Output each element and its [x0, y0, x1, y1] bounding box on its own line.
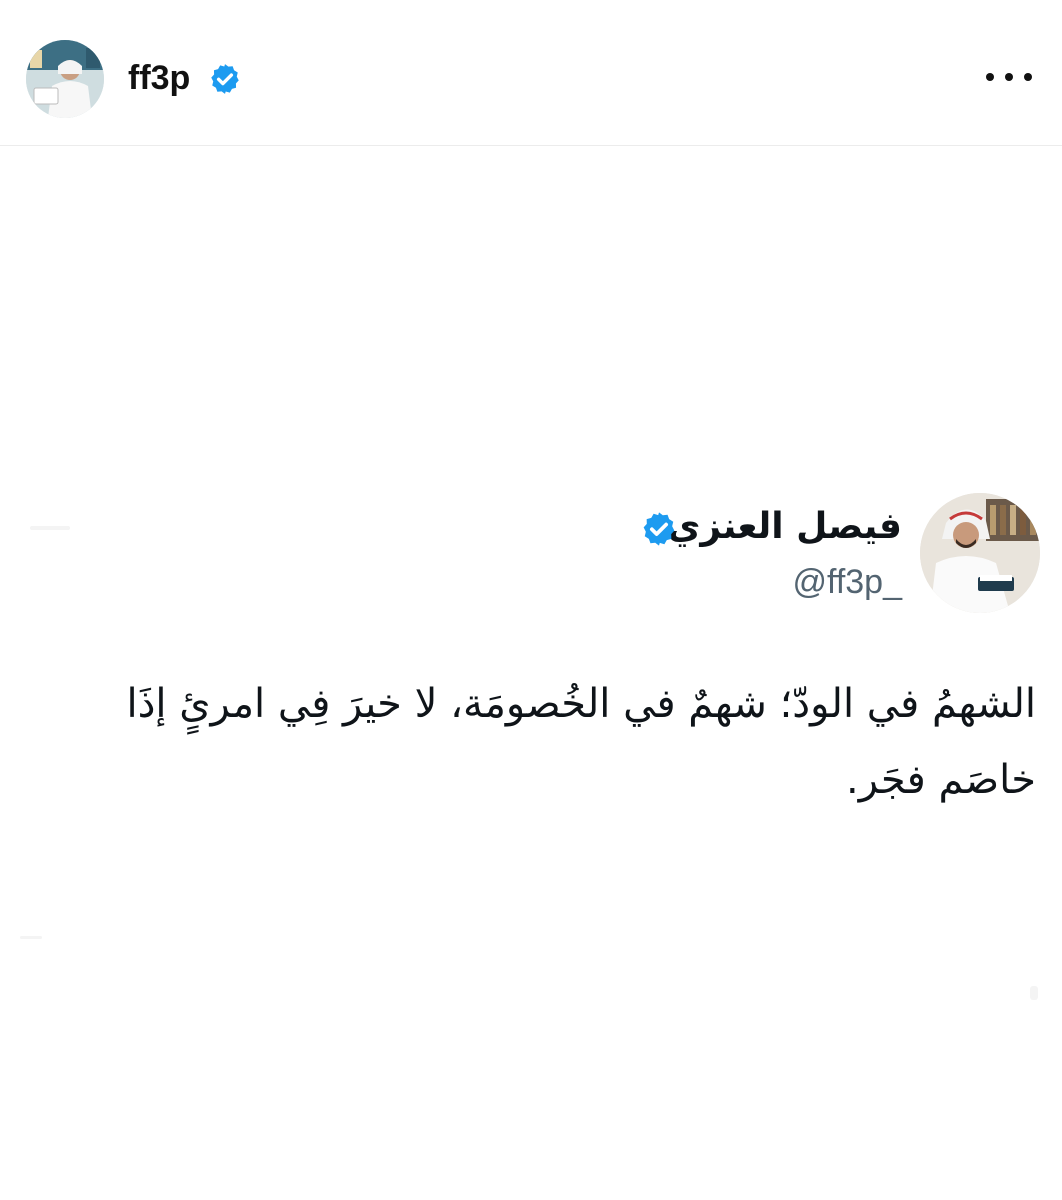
ghost-artifact: [1030, 986, 1038, 1000]
user-avatar[interactable]: [26, 40, 104, 118]
profile-photo-icon: [920, 493, 1040, 613]
username[interactable]: ff3p: [128, 56, 190, 100]
verified-badge-icon: [643, 512, 675, 546]
instagram-post: ff3p فيصل العنزي @ff3p_ الشهمُ في الودّ؛…: [0, 0, 1062, 1200]
tweet-display-name[interactable]: فيصل العنزي: [667, 503, 902, 551]
tweet-handle[interactable]: @ff3p_: [792, 560, 902, 604]
more-options-button[interactable]: [986, 62, 1032, 92]
more-options-icon: [986, 73, 994, 81]
tweet-text: الشهمُ في الودّ؛ شهمٌ في الخُصومَة، لا خ…: [126, 681, 1036, 803]
profile-photo-icon: [26, 40, 104, 118]
ghost-artifact: [30, 526, 70, 530]
post-header: ff3p: [0, 0, 1062, 146]
verified-badge-icon: [211, 64, 239, 94]
tweet-author-avatar[interactable]: [920, 493, 1040, 613]
ghost-artifact: [20, 936, 42, 939]
